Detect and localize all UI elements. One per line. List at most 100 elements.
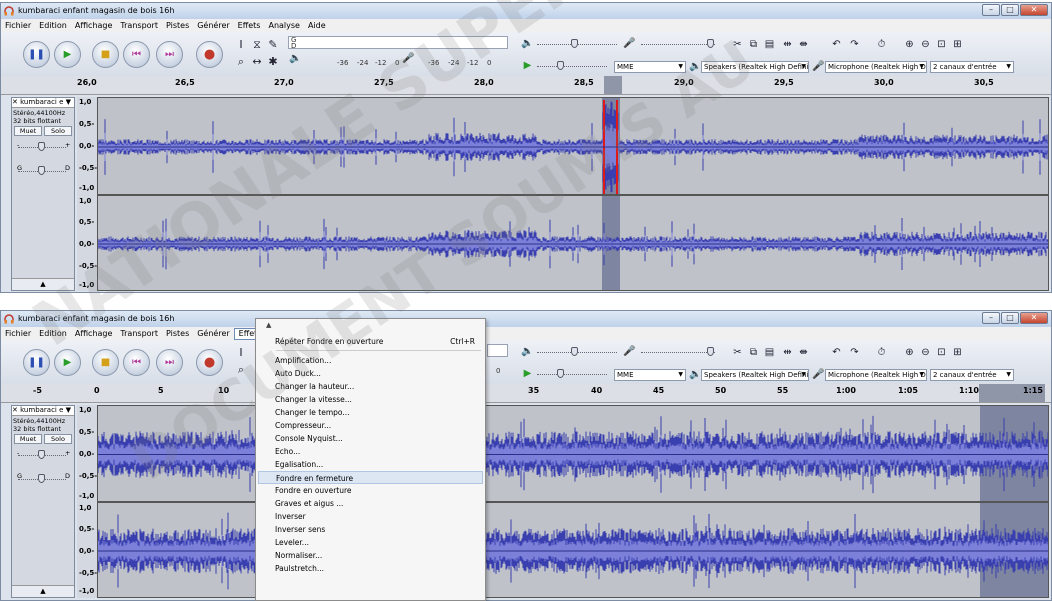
menu-item-14[interactable]: Inverser sens (258, 523, 483, 536)
maximize-button[interactable]: □ (1001, 312, 1019, 324)
waveform-channel-1[interactable] (97, 97, 1049, 195)
menu-aide[interactable]: Aide (304, 20, 330, 32)
pause-button[interactable]: ❚❚ (23, 349, 50, 376)
record-button[interactable]: ● (196, 41, 223, 68)
menu-item-8[interactable]: Echo... (258, 445, 483, 458)
input-channels-select[interactable]: 2 canaux d'entrée ▼ (930, 369, 1014, 381)
timeshift-tool-icon[interactable]: ↔ (249, 54, 265, 69)
copy-icon[interactable]: ⧉ (747, 38, 760, 51)
silence-icon[interactable]: ⇼ (797, 346, 810, 359)
menu-transport[interactable]: Transport (116, 20, 162, 32)
menu-item-9[interactable]: Egalisation... (258, 458, 483, 471)
waveform-channel-2[interactable] (97, 195, 1049, 291)
gain-slider[interactable] (18, 142, 66, 152)
fit-project-icon[interactable]: ⊞ (951, 346, 964, 359)
minimize-button[interactable]: – (982, 312, 1000, 324)
trim-icon[interactable]: ⇹ (781, 346, 794, 359)
skip-start-button[interactable]: ⏮ (123, 41, 150, 68)
menu-generer[interactable]: Générer (193, 20, 233, 32)
audio-host-select[interactable]: MME ▼ (614, 369, 686, 381)
menu-item-4[interactable]: Changer la vitesse... (258, 393, 483, 406)
microphone-icon[interactable]: 🎤 (402, 52, 415, 65)
gain-slider[interactable] (18, 450, 66, 460)
menu-item-7[interactable]: Console Nyquist... (258, 432, 483, 445)
zoom-tool-icon[interactable]: ⌕ (233, 54, 249, 69)
play-at-speed-button[interactable]: ▶ (521, 59, 534, 72)
skip-start-button[interactable]: ⏮ (123, 349, 150, 376)
draw-tool-icon[interactable]: ✎ (265, 37, 281, 52)
title-bar[interactable]: kumbaraci enfant magasin de bois 16h – □… (1, 311, 1051, 327)
minimize-button[interactable]: – (982, 4, 1000, 16)
playback-volume-slider[interactable] (537, 347, 617, 357)
menu-item-15[interactable]: Leveler... (258, 536, 483, 549)
input-device-select[interactable]: Microphone (Realtek High Defi ▼ (825, 369, 927, 381)
close-button[interactable]: ✕ (1020, 312, 1048, 324)
fit-selection-icon[interactable]: ⊡ (935, 38, 948, 51)
waveform-channel-2[interactable] (97, 502, 1049, 598)
maximize-button[interactable]: □ (1001, 4, 1019, 16)
menu-item-5[interactable]: Changer le tempo... (258, 406, 483, 419)
menu-edition[interactable]: Edition (35, 328, 71, 340)
zoom-out-icon[interactable]: ⊖ (919, 38, 932, 51)
selection-tool-icon[interactable]: I (233, 345, 249, 360)
collapse-track-button[interactable]: ▲ (12, 278, 74, 290)
cut-icon[interactable]: ✂ (731, 346, 744, 359)
waveform-channel-1[interactable] (97, 405, 1049, 502)
solo-button[interactable]: Solo (44, 126, 72, 136)
sync-lock-icon[interactable]: ⏱ (875, 38, 888, 51)
menu-transport[interactable]: Transport (116, 328, 162, 340)
copy-icon[interactable]: ⧉ (747, 346, 760, 359)
collapse-track-button[interactable]: ▲ (12, 585, 74, 597)
fit-selection-icon[interactable]: ⊡ (935, 346, 948, 359)
zoom-in-icon[interactable]: ⊕ (903, 346, 916, 359)
timeline-ruler[interactable]: -5 0 5 10 35 40 45 50 55 1:00 1:05 1:10 … (1, 384, 1051, 403)
menu-item-12[interactable]: Graves et aigus ... (258, 497, 483, 510)
paste-icon[interactable]: ▤ (763, 346, 776, 359)
close-button[interactable]: ✕ (1020, 4, 1048, 16)
speaker-icon[interactable]: 🔈 (289, 52, 302, 65)
stop-button[interactable]: ■ (92, 349, 119, 376)
menu-item-13[interactable]: Inverser (258, 510, 483, 523)
stop-button[interactable]: ■ (92, 41, 119, 68)
multi-tool-icon[interactable]: ✱ (265, 54, 281, 69)
silence-icon[interactable]: ⇼ (797, 38, 810, 51)
track-name-menu[interactable]: ✕ kumbaraci e ▼ (12, 406, 74, 416)
menu-item-17[interactable]: Paulstretch... (258, 562, 483, 575)
skip-end-button[interactable]: ⏭ (156, 41, 183, 68)
output-device-select[interactable]: Speakers (Realtek High Definit ▼ (701, 61, 809, 73)
undo-icon[interactable]: ↶ (830, 38, 843, 51)
pan-slider[interactable] (18, 166, 66, 176)
zoom-tool-icon[interactable]: ⌕ (233, 362, 249, 377)
play-at-speed-button[interactable]: ▶ (521, 367, 534, 380)
track-name-menu[interactable]: ✕ kumbaraci e ▼ (12, 98, 74, 108)
menu-affichage[interactable]: Affichage (71, 328, 117, 340)
zoom-out-icon[interactable]: ⊖ (919, 346, 932, 359)
menu-fichier[interactable]: Fichier (1, 20, 35, 32)
skip-end-button[interactable]: ⏭ (156, 349, 183, 376)
redo-icon[interactable]: ↷ (848, 346, 861, 359)
solo-button[interactable]: Solo (44, 434, 72, 444)
menu-item-1[interactable]: Amplification... (258, 354, 483, 367)
sync-lock-icon[interactable]: ⏱ (875, 346, 888, 359)
output-device-select[interactable]: Speakers (Realtek High Definit ▼ (701, 369, 809, 381)
menu-item-6[interactable]: Compresseur... (258, 419, 483, 432)
record-button[interactable]: ● (196, 349, 223, 376)
menu-item-2[interactable]: Auto Duck... (258, 367, 483, 380)
envelope-tool-icon[interactable]: ⧖ (249, 37, 265, 52)
menu-fichier[interactable]: Fichier (1, 328, 35, 340)
play-speed-slider[interactable] (537, 369, 607, 379)
pan-slider[interactable] (18, 474, 66, 484)
menu-generer[interactable]: Générer (193, 328, 233, 340)
menu-effets[interactable]: Effets (234, 20, 265, 32)
input-channels-select[interactable]: 2 canaux d'entrée ▼ (930, 61, 1014, 73)
play-button[interactable]: ▶ (54, 41, 81, 68)
cut-icon[interactable]: ✂ (731, 38, 744, 51)
selection-tool-icon[interactable]: I (233, 37, 249, 52)
title-bar[interactable]: kumbaraci enfant magasin de bois 16h – □… (1, 3, 1051, 19)
menu-scroll-up-icon[interactable]: ▲ (266, 321, 271, 329)
undo-icon[interactable]: ↶ (830, 346, 843, 359)
menu-item-3[interactable]: Changer la hauteur... (258, 380, 483, 393)
menu-edition[interactable]: Edition (35, 20, 71, 32)
menu-item-16[interactable]: Normaliser... (258, 549, 483, 562)
mute-button[interactable]: Muet (14, 434, 42, 444)
